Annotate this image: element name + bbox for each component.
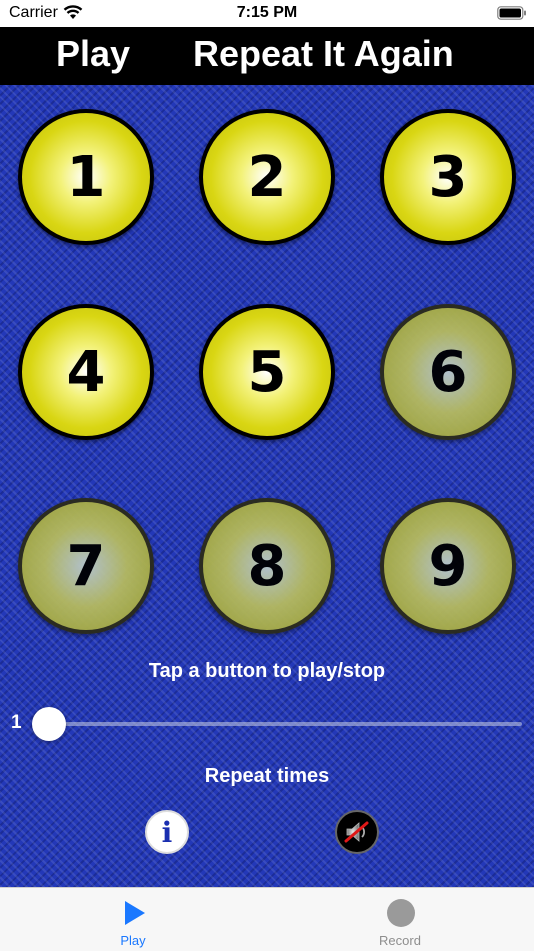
tab-record[interactable]: Record: [330, 888, 470, 951]
record-icon: [387, 899, 415, 927]
repeat-slider-thumb[interactable]: [32, 707, 66, 741]
info-button[interactable]: i: [145, 810, 189, 854]
sound-button-7[interactable]: 7: [18, 498, 154, 634]
main-area: 1 2 3 4 5 6 7 8 9 Tap a button to play/s…: [0, 85, 534, 887]
status-bar: Carrier 7:15 PM: [0, 0, 534, 27]
tab-bar: Play Record: [0, 887, 534, 951]
sound-button-6[interactable]: 6: [380, 304, 516, 440]
speaker-muted-icon: [344, 821, 369, 843]
tab-record-label: Record: [379, 933, 421, 948]
sound-button-2[interactable]: 2: [199, 109, 335, 245]
header: Play Repeat It Again: [0, 27, 534, 85]
sound-button-3[interactable]: 3: [380, 109, 516, 245]
sound-toggle-button[interactable]: [335, 810, 379, 854]
slider-value: 1: [11, 712, 22, 733]
sound-button-4[interactable]: 4: [18, 304, 154, 440]
battery-icon: [497, 6, 526, 20]
app-title: Repeat It Again: [193, 33, 454, 74]
repeat-times-label: Repeat times: [204, 765, 330, 787]
play-icon: [125, 901, 145, 925]
repeat-slider-track[interactable]: [35, 722, 522, 726]
tab-play-label: Play: [120, 933, 146, 948]
screen-title: Play: [56, 33, 131, 74]
sound-button-9[interactable]: 9: [380, 498, 516, 634]
tab-play[interactable]: Play: [63, 888, 203, 951]
info-icon: i: [161, 815, 173, 849]
sound-button-5[interactable]: 5: [199, 304, 335, 440]
sound-button-8[interactable]: 8: [199, 498, 335, 634]
play-hint: Tap a button to play/stop: [148, 660, 386, 682]
clock: 7:15 PM: [236, 4, 298, 21]
sound-button-1[interactable]: 1: [18, 109, 154, 245]
